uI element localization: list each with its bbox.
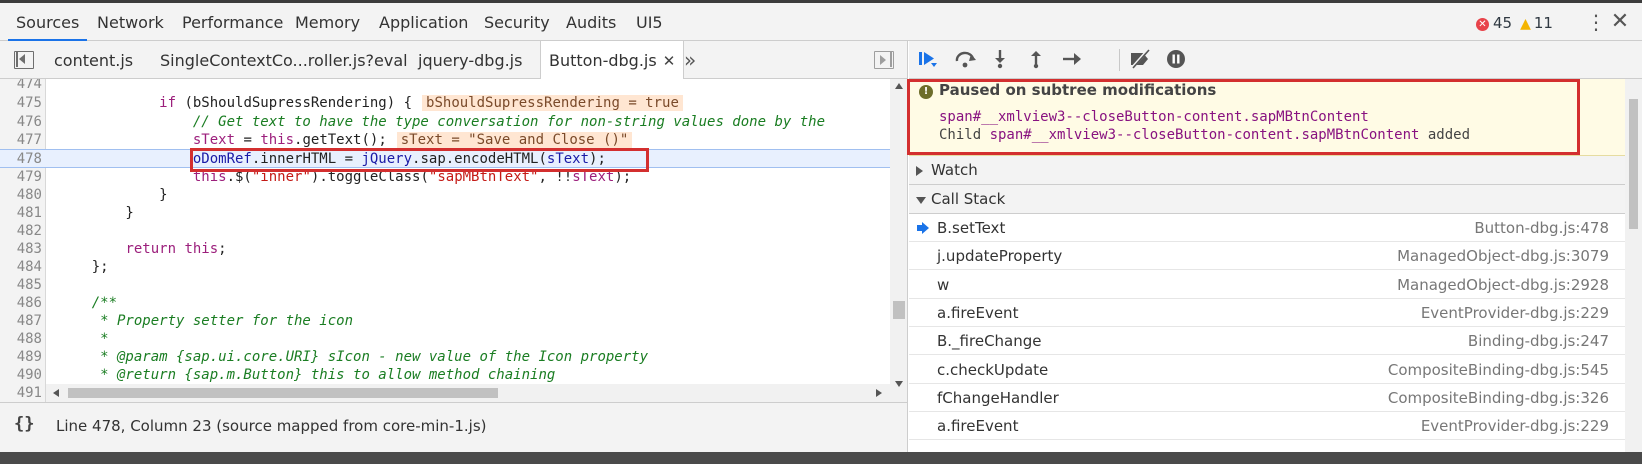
- call-frame[interactable]: a.fireEvent EventProvider-dbg.js:229: [909, 299, 1625, 327]
- issue-counts[interactable]: ✕ 45 ▲ 11: [1476, 3, 1553, 41]
- code-line: 485: [16, 277, 42, 293]
- pretty-print-icon[interactable]: {}: [14, 414, 34, 434]
- editor-vertical-scrollbar[interactable]: [890, 79, 907, 402]
- scroll-left-icon[interactable]: [53, 389, 59, 397]
- scroll-thumb[interactable]: [893, 301, 905, 319]
- call-frame[interactable]: w ManagedObject-dbg.js:2928: [909, 271, 1625, 299]
- call-frame[interactable]: fChangeHandler CompositeBinding-dbg.js:3…: [909, 384, 1625, 412]
- file-tab-content-js[interactable]: content.js: [54, 41, 133, 79]
- scroll-down-icon[interactable]: [895, 381, 903, 387]
- error-icon: ✕: [1476, 18, 1489, 31]
- tab-performance[interactable]: Performance: [182, 3, 283, 41]
- tab-security[interactable]: Security: [484, 3, 550, 41]
- highlight-box-paused: [907, 79, 1580, 155]
- code-line: 486 /**: [16, 295, 118, 311]
- file-tab-jquery-dbg[interactable]: jquery-dbg.js: [418, 41, 522, 79]
- call-stack-section-header[interactable]: Call Stack: [909, 185, 1642, 214]
- more-tabs-icon[interactable]: »: [684, 41, 696, 79]
- step-icon[interactable]: [1059, 49, 1085, 71]
- file-tab-button-dbg[interactable]: Button-dbg.js ✕: [540, 41, 685, 79]
- call-frame[interactable]: B.setText Button-dbg.js:478: [909, 214, 1625, 242]
- code-line: 484 };: [16, 259, 109, 275]
- code-line: 476 // Get text to have the type convers…: [16, 114, 826, 130]
- scroll-right-icon[interactable]: [876, 389, 882, 397]
- call-frame[interactable]: j.updateProperty ManagedObject-dbg.js:30…: [909, 242, 1625, 270]
- code-line: 487 * Property setter for the icon: [16, 313, 354, 329]
- toggle-navigator-icon[interactable]: [14, 51, 34, 69]
- devtools-main-tabbar: Sources Network Performance Memory Appli…: [0, 3, 1642, 41]
- warning-count: 11: [1533, 14, 1553, 32]
- code-line: 475 if (bShouldSupressRendering) {bShoul…: [0, 94, 890, 113]
- code-line: 488 *: [16, 331, 109, 347]
- inline-value: sText = "Save and Close ()": [396, 132, 633, 148]
- code-editor[interactable]: 474 475 if (bShouldSupressRendering) {bS…: [0, 79, 908, 402]
- tab-sources[interactable]: Sources: [8, 3, 88, 41]
- resume-icon[interactable]: [915, 49, 941, 71]
- file-tab-singlecontextcontroller[interactable]: SingleContextCo...roller.js?eval: [160, 41, 408, 79]
- sidebar-vertical-scrollbar[interactable]: [1625, 79, 1642, 452]
- warning-icon: ▲: [1520, 16, 1531, 32]
- step-into-icon[interactable]: [987, 49, 1013, 71]
- toolbar-separator: [1119, 49, 1120, 71]
- window-bottom-strip: [0, 452, 1642, 464]
- pause-on-exceptions-icon[interactable]: [1163, 49, 1189, 71]
- close-devtools-icon[interactable]: ✕: [1609, 3, 1631, 41]
- deactivate-breakpoints-icon[interactable]: [1127, 49, 1153, 71]
- code-line: 482: [16, 223, 42, 239]
- scroll-thumb[interactable]: [68, 388, 498, 398]
- close-tab-icon[interactable]: ✕: [663, 52, 676, 70]
- editor-status-bar: {} Line 478, Column 23 (source mapped fr…: [0, 402, 908, 452]
- file-tab-label: Button-dbg.js: [549, 51, 657, 70]
- current-frame-arrow-icon: [917, 222, 929, 234]
- file-tabbar: content.js SingleContextCo...roller.js?e…: [0, 41, 908, 79]
- code-line: 483 return this;: [16, 241, 227, 257]
- inline-value: bShouldSupressRendering = true: [422, 95, 683, 111]
- code-line: 474: [16, 79, 42, 92]
- code-line: 490 * @return {sap.m.Button} this to all…: [16, 367, 556, 383]
- call-frame[interactable]: B._fireChange Binding-dbg.js:247: [909, 327, 1625, 355]
- watch-section-header[interactable]: Watch: [909, 156, 1642, 185]
- debugger-toolbar: [909, 41, 1642, 79]
- tab-ui5[interactable]: UI5: [636, 3, 663, 41]
- error-count: 45: [1493, 14, 1513, 32]
- step-out-icon[interactable]: [1023, 49, 1049, 71]
- code-line: 489 * @param {sap.ui.core.URI} sIcon - n…: [16, 349, 649, 365]
- tab-application[interactable]: Application: [379, 3, 468, 41]
- collapse-arrow-icon: [916, 197, 926, 204]
- code-line: 480 }: [16, 187, 168, 203]
- tab-network[interactable]: Network: [97, 3, 164, 41]
- toggle-debugger-icon[interactable]: [874, 51, 894, 69]
- call-frame[interactable]: a.fireEvent EventProvider-dbg.js:229: [909, 412, 1625, 440]
- tab-audits[interactable]: Audits: [566, 3, 616, 41]
- highlight-box-code: [190, 148, 649, 172]
- editor-horizontal-scrollbar[interactable]: [46, 384, 890, 402]
- call-frame[interactable]: c.checkUpdate CompositeBinding-dbg.js:54…: [909, 356, 1625, 384]
- expand-arrow-icon: [916, 166, 923, 176]
- scroll-up-icon[interactable]: [895, 83, 903, 89]
- scroll-thumb[interactable]: [1629, 99, 1638, 229]
- code-line: 481 }: [16, 205, 134, 221]
- more-options-icon[interactable]: ⋮: [1586, 3, 1606, 41]
- step-over-icon[interactable]: [953, 49, 979, 71]
- cursor-position-text: Line 478, Column 23 (source mapped from …: [56, 417, 487, 435]
- tab-memory[interactable]: Memory: [295, 3, 360, 41]
